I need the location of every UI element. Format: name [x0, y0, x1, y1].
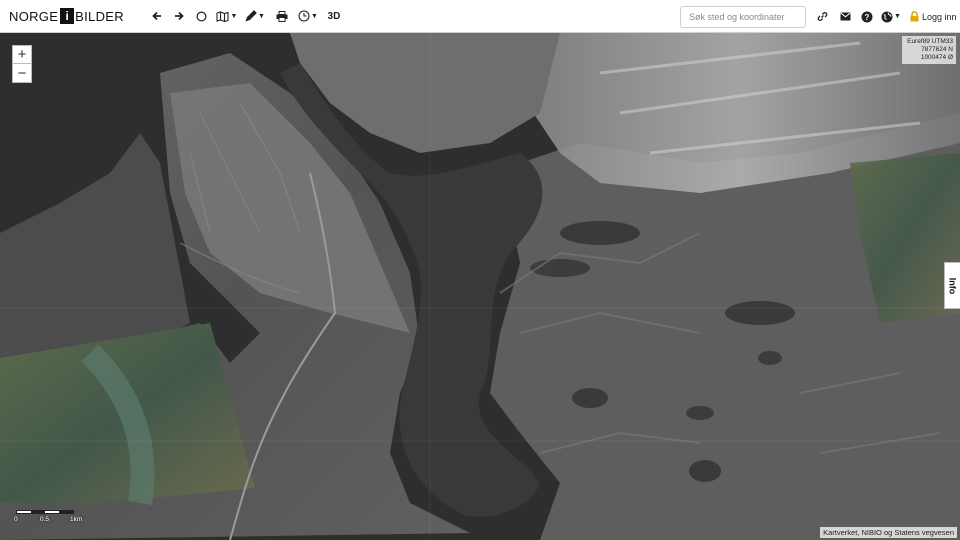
- svg-text:?: ?: [865, 13, 870, 22]
- arrow-left-icon: [152, 11, 161, 21]
- link-icon: [817, 12, 827, 21]
- login-label: Logg inn: [922, 11, 957, 22]
- forward-button[interactable]: [168, 0, 190, 33]
- chevron-down-icon: ▼: [894, 13, 901, 20]
- coordinate-system: Euref89 UTM33: [907, 38, 953, 45]
- zoom-out-button[interactable]: −: [12, 64, 32, 83]
- map-attribution: Kartverket, NIBIO og Statens vegvesen: [820, 527, 957, 538]
- select-area-button[interactable]: [190, 0, 214, 33]
- arrow-right-icon: [174, 11, 184, 21]
- mode-3d-button[interactable]: 3D: [322, 0, 346, 33]
- map-icon: [216, 10, 230, 22]
- logo-text-norge: NORGE: [9, 8, 59, 24]
- scale-label-0: 0: [14, 516, 18, 523]
- tool-group: ▼ ▼ ▼ 3D: [146, 0, 346, 33]
- coordinate-north: 7877624 N: [921, 46, 953, 53]
- language-dropdown[interactable]: ▼: [878, 0, 904, 33]
- app-logo[interactable]: NORGE i BILDER: [9, 0, 124, 33]
- aerial-imagery: [0, 33, 960, 540]
- time-dropdown[interactable]: ▼: [294, 0, 322, 33]
- printer-icon: [276, 10, 288, 22]
- top-toolbar: NORGE i BILDER ▼ ▼ ▼ 3D Søk sted og koor…: [0, 0, 960, 33]
- globe-icon: [881, 11, 893, 22]
- info-tab-label: Info: [947, 277, 958, 294]
- link-button[interactable]: [810, 0, 834, 33]
- basemap-dropdown[interactable]: ▼: [214, 0, 240, 33]
- draw-dropdown[interactable]: ▼: [240, 0, 270, 33]
- right-tool-group: ? ▼ Logg inn: [810, 0, 957, 33]
- print-button[interactable]: [270, 0, 294, 33]
- login-button[interactable]: Logg inn: [910, 11, 957, 22]
- coordinate-readout: Euref89 UTM33 7877624 N 1000474 Ø: [902, 36, 956, 64]
- circle-icon: [196, 10, 207, 22]
- coordinate-east: 1000474 Ø: [920, 54, 953, 61]
- search-input[interactable]: [680, 6, 806, 28]
- scale-bar-graphic: [16, 510, 74, 514]
- email-button[interactable]: [834, 0, 856, 33]
- scale-label-mid: 0.5: [40, 516, 50, 523]
- pencil-icon: [245, 10, 257, 22]
- scale-bar: 0 0.5 1km: [14, 507, 90, 527]
- logo-text-i: i: [60, 8, 75, 24]
- envelope-icon: [839, 12, 851, 21]
- zoom-in-button[interactable]: +: [12, 45, 32, 64]
- clock-icon: [298, 10, 310, 22]
- help-button[interactable]: ?: [856, 0, 878, 33]
- chevron-down-icon: ▼: [257, 12, 265, 20]
- aerial-map[interactable]: + − Euref89 UTM33 7877624 N 1000474 Ø In…: [0, 33, 960, 540]
- scale-label-end: 1km: [70, 516, 83, 523]
- question-icon: ?: [861, 11, 873, 22]
- zoom-controls: + −: [12, 45, 32, 83]
- chevron-down-icon: ▼: [310, 12, 318, 20]
- info-tab[interactable]: Info: [944, 262, 960, 309]
- back-button[interactable]: [146, 0, 168, 33]
- logo-text-bilder: BILDER: [75, 8, 124, 24]
- lock-icon: [910, 11, 919, 22]
- chevron-down-icon: ▼: [230, 12, 238, 20]
